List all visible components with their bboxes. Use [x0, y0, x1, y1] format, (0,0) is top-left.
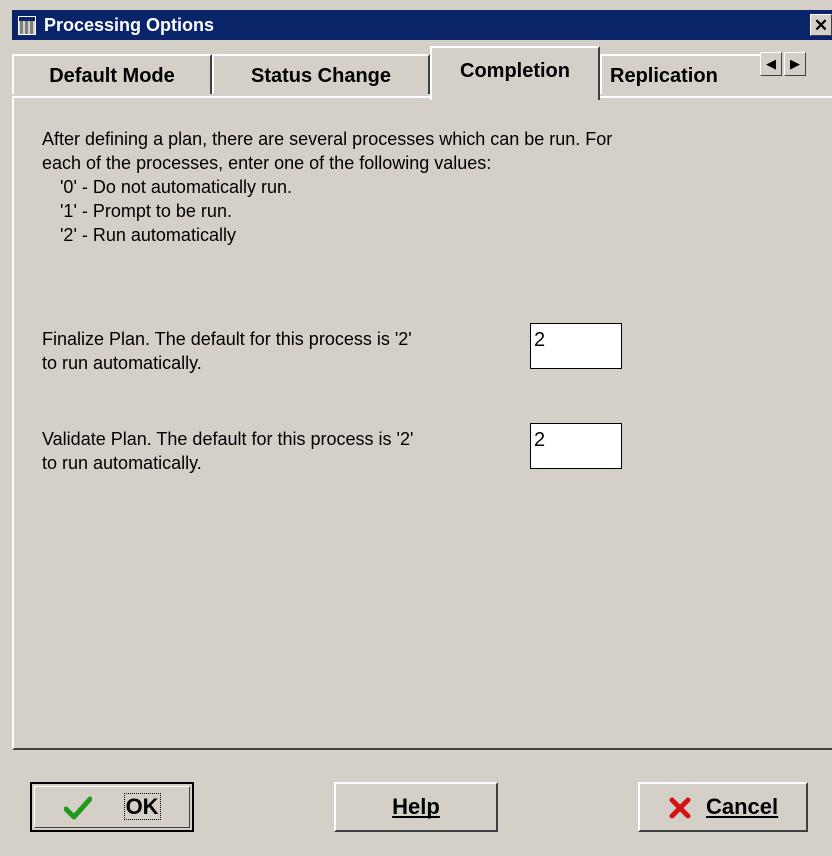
title-bar: Processing Options ✕: [12, 10, 832, 40]
window-icon: [18, 16, 36, 35]
validate-plan-label-2: to run automatically.: [42, 453, 202, 473]
tab-scroll-right-button[interactable]: ▶: [784, 52, 806, 76]
finalize-plan-field[interactable]: 2: [530, 323, 622, 369]
tab-replication[interactable]: Replication: [600, 54, 768, 94]
intro-value-0: '0' - Do not automatically run.: [60, 177, 292, 197]
validate-plan-field[interactable]: 2: [530, 423, 622, 469]
finalize-plan-label-1: Finalize Plan. The default for this proc…: [42, 329, 412, 349]
help-label: Help: [392, 794, 440, 819]
window-title: Processing Options: [44, 15, 215, 35]
checkmark-icon: [63, 794, 124, 820]
intro-value-1: '1' - Prompt to be run.: [60, 201, 232, 221]
tab-completion[interactable]: Completion: [430, 46, 600, 100]
ok-label: OK: [123, 793, 161, 820]
cancel-label: Cancel: [705, 794, 779, 819]
tab-scroll-left-button[interactable]: ◀: [760, 52, 782, 76]
ok-button[interactable]: OK: [30, 782, 194, 832]
help-button[interactable]: Help: [334, 782, 498, 832]
intro-line-2: each of the processes, enter one of the …: [42, 153, 492, 173]
tab-default-mode[interactable]: Default Mode: [12, 54, 212, 94]
tab-strip: Default Mode Status Change Completion Re…: [12, 42, 832, 100]
x-icon: [668, 794, 706, 819]
close-button[interactable]: ✕: [810, 14, 832, 36]
cancel-button[interactable]: Cancel: [638, 782, 808, 832]
finalize-plan-label-2: to run automatically.: [42, 353, 202, 373]
validate-plan-label-1: Validate Plan. The default for this proc…: [42, 429, 414, 449]
tab-status-change[interactable]: Status Change: [212, 54, 430, 94]
intro-line-1: After defining a plan, there are several…: [42, 129, 613, 149]
intro-value-2: '2' - Run automatically: [60, 225, 236, 245]
